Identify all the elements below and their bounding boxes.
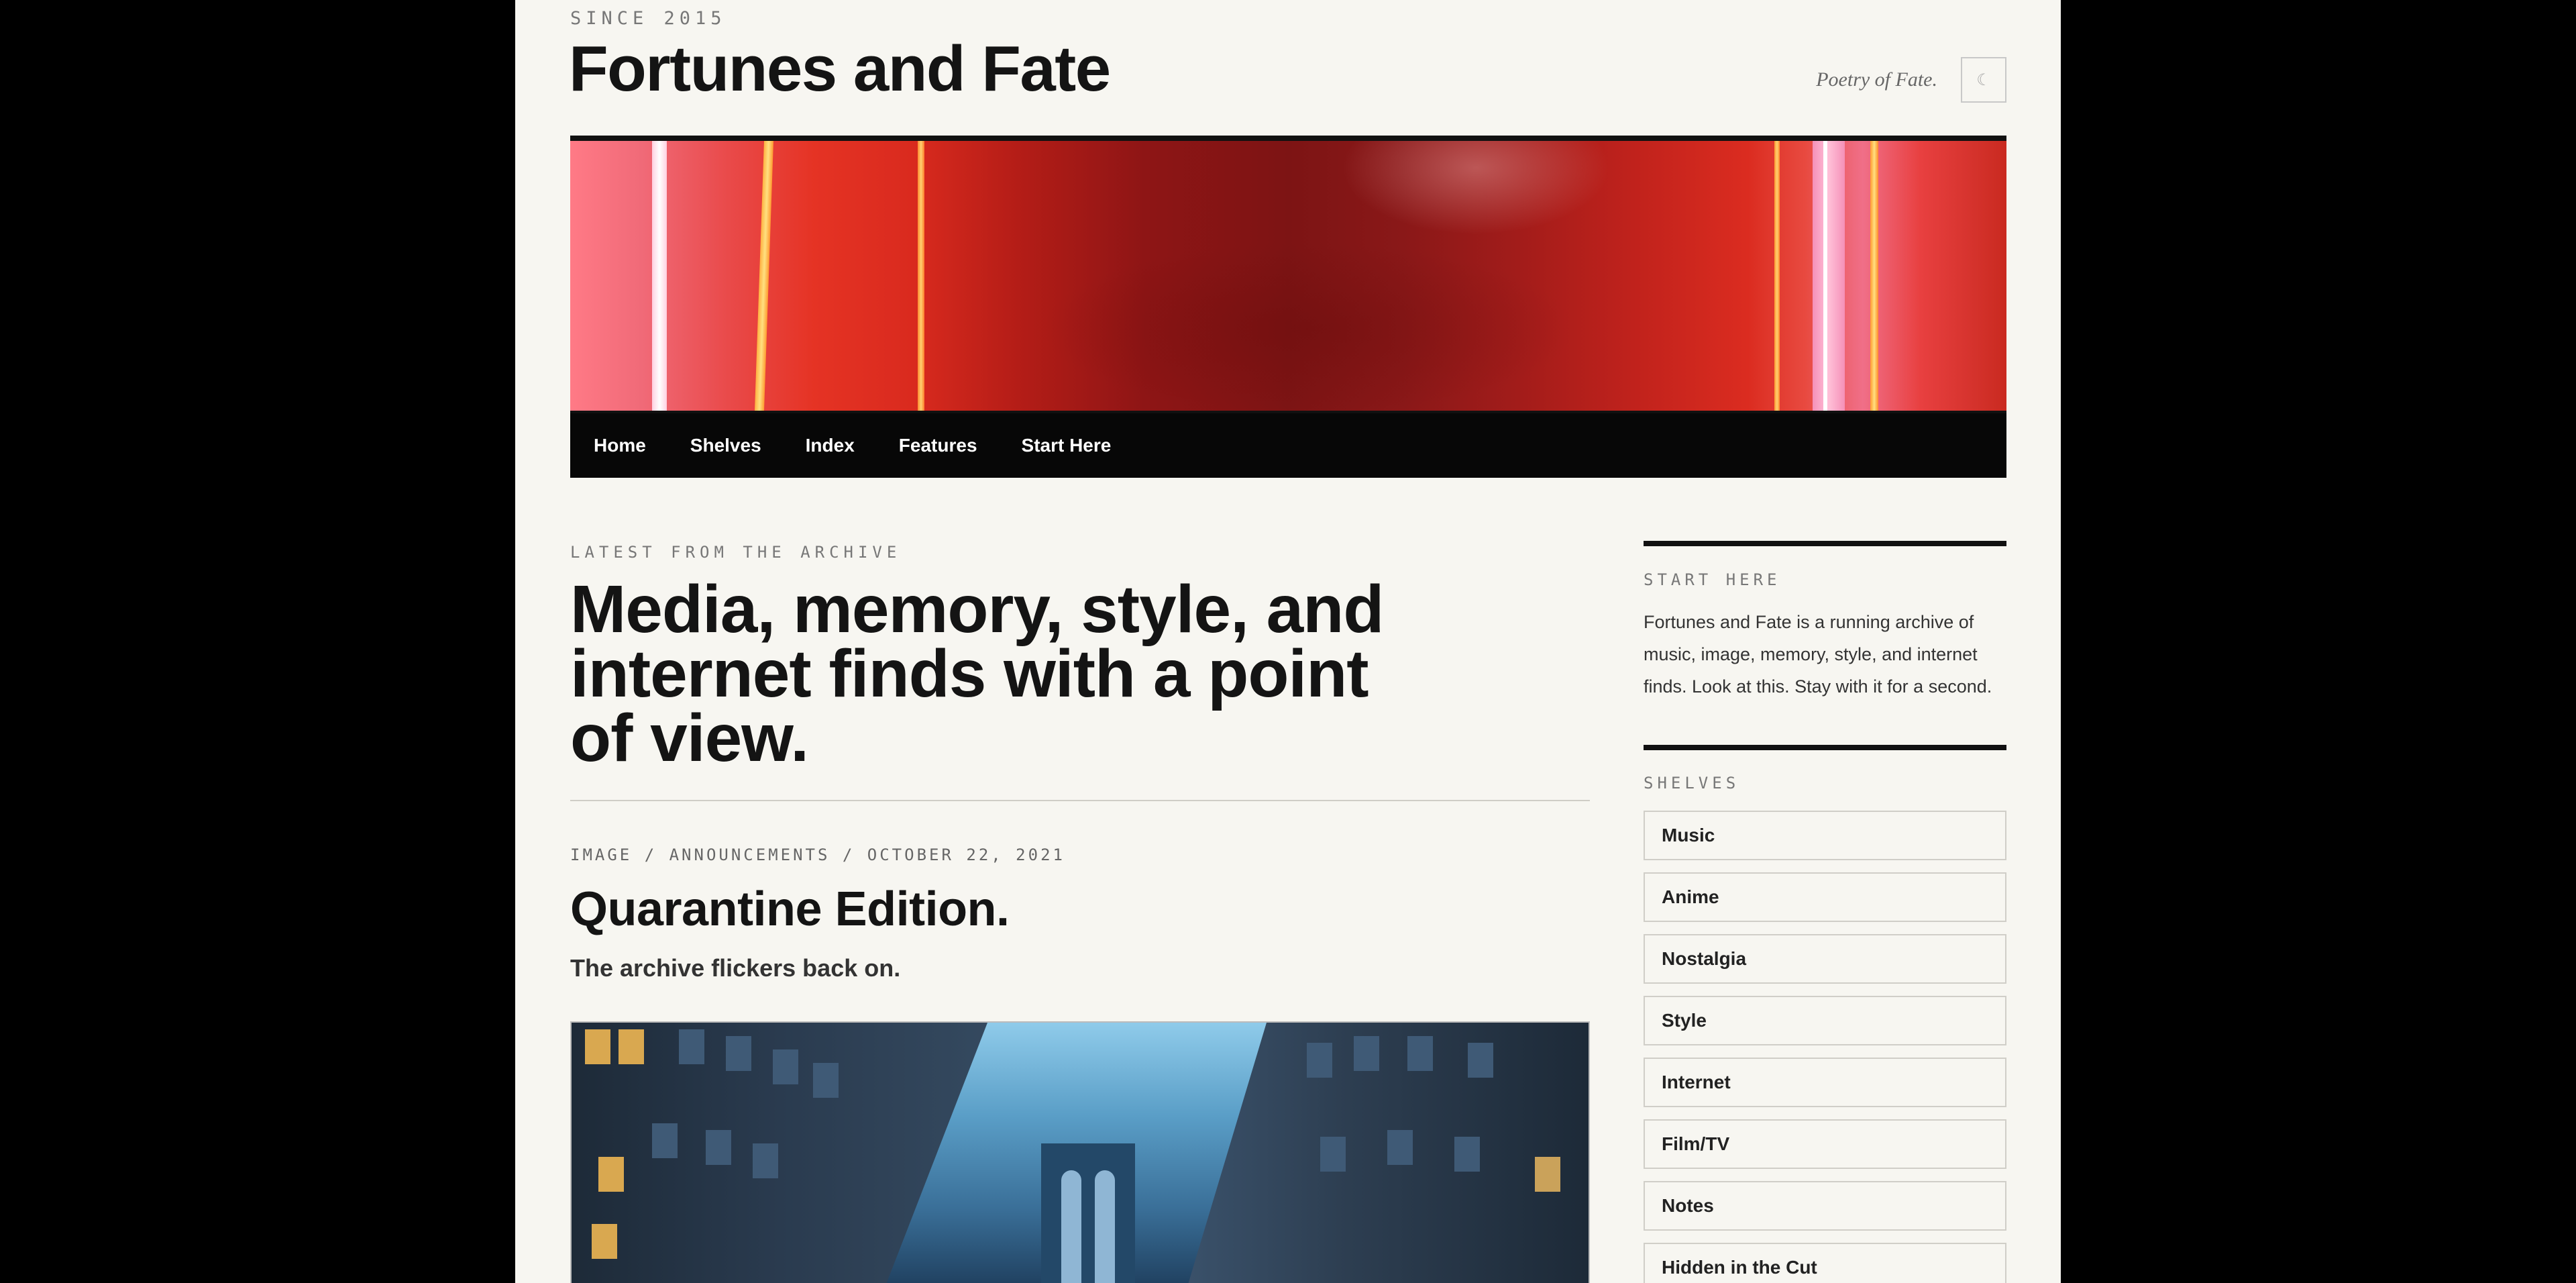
since-label: SINCE 2015: [570, 8, 727, 29]
sidebar-rule: [1644, 541, 2006, 546]
shelf-style[interactable]: Style: [1644, 996, 2006, 1045]
main-nav: Home Shelves Index Features Start Here: [570, 411, 2006, 478]
site-title[interactable]: Fortunes and Fate: [569, 34, 1111, 105]
start-here-text: Fortunes and Fate is a running archive o…: [1644, 612, 1992, 697]
post-title[interactable]: Quarantine Edition.: [570, 882, 1010, 936]
post-featured-image[interactable]: [570, 1021, 1590, 1283]
shelves-heading: SHELVES: [1644, 774, 1740, 792]
nav-shelves[interactable]: Shelves: [690, 435, 761, 456]
shelf-anime[interactable]: Anime: [1644, 872, 2006, 922]
shelf-nostalgia[interactable]: Nostalgia: [1644, 934, 2006, 984]
nav-start-here[interactable]: Start Here: [1022, 435, 1112, 456]
shelf-hidden-in-the-cut[interactable]: Hidden in the Cut: [1644, 1243, 2006, 1283]
header-banner-image: [570, 136, 2006, 411]
section-eyebrow: LATEST FROM THE ARCHIVE: [570, 543, 902, 562]
start-here-heading: START HERE: [1644, 570, 1781, 589]
shelf-film-tv[interactable]: Film/TV: [1644, 1119, 2006, 1169]
shelf-internet[interactable]: Internet: [1644, 1058, 2006, 1107]
nav-home[interactable]: Home: [594, 435, 646, 456]
page: SINCE 2015 Fortunes and Fate Poetry of F…: [515, 0, 2061, 1283]
hero-heading: Media, memory, style, and internet finds…: [570, 572, 1384, 776]
nav-features[interactable]: Features: [899, 435, 977, 456]
shelf-music[interactable]: Music: [1644, 811, 2006, 860]
sidebar-rule: [1644, 745, 2006, 750]
post-subtitle: The archive flickers back on.: [570, 954, 901, 982]
shelf-notes[interactable]: Notes: [1644, 1181, 2006, 1231]
divider: [570, 800, 1590, 801]
site-tagline: Poetry of Fate.: [1816, 68, 1937, 91]
theme-toggle-button[interactable]: ☾: [1961, 57, 2006, 103]
moon-icon: ☾: [1976, 71, 1991, 89]
nav-index[interactable]: Index: [806, 435, 855, 456]
post-meta: IMAGE / ANNOUNCEMENTS / OCTOBER 22, 2021: [570, 845, 1065, 864]
